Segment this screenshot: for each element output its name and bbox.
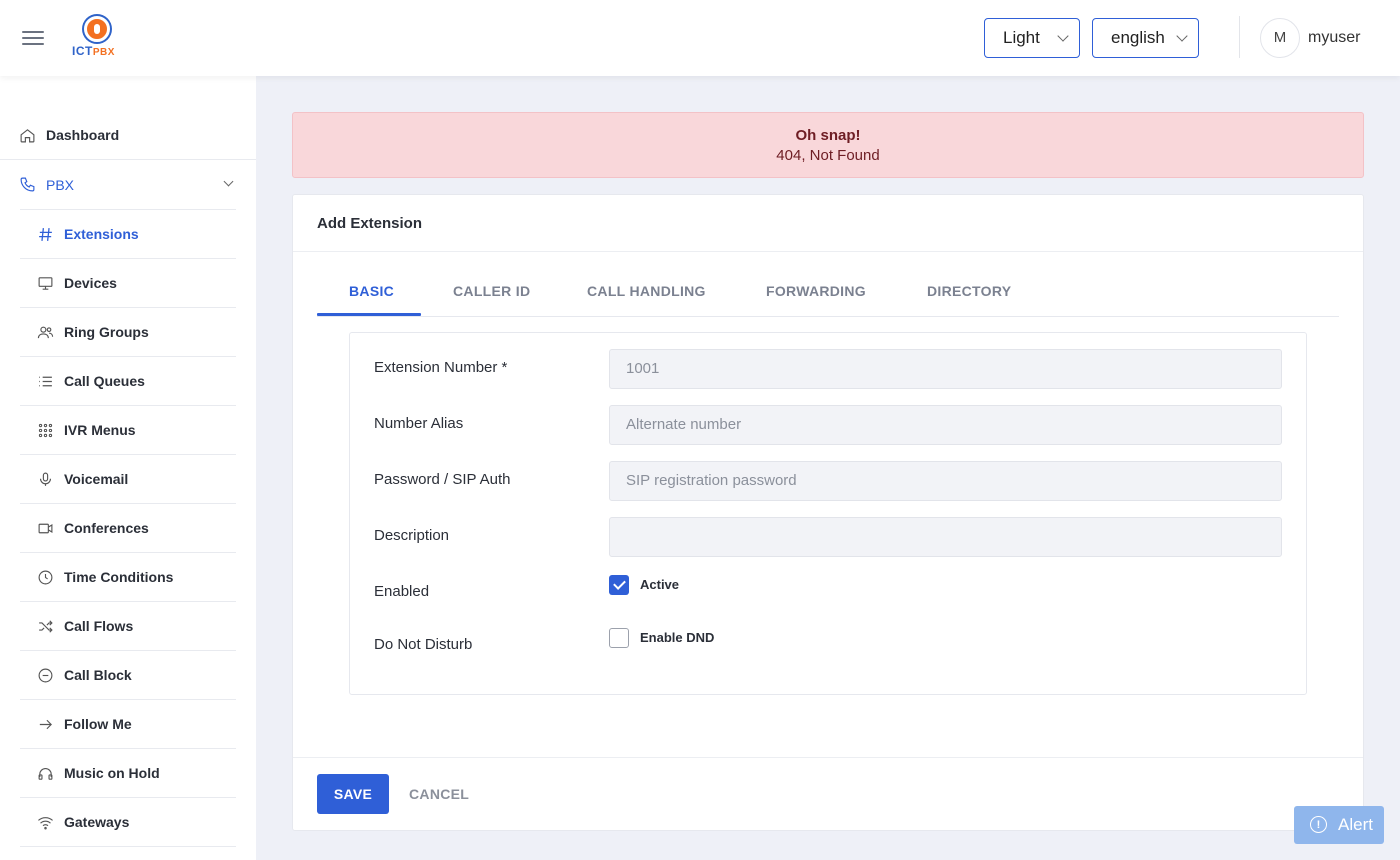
phone-icon xyxy=(18,176,36,194)
sidebar-item-label: Extensions xyxy=(64,226,139,242)
sidebar-item-call-flows[interactable]: Call Flows xyxy=(20,602,236,651)
list-icon xyxy=(36,372,54,390)
chevron-down-icon xyxy=(223,176,234,187)
save-button[interactable]: SAVE xyxy=(317,774,389,814)
tab-bar: BASIC CALLER ID CALL HANDLING FORWARDING… xyxy=(317,277,1339,317)
card-title: Add Extension xyxy=(317,215,423,232)
logo-emblem-icon xyxy=(84,16,110,42)
language-select[interactable]: english xyxy=(1092,18,1199,58)
card-footer-divider xyxy=(293,757,1363,758)
monitor-icon xyxy=(36,274,54,292)
sidebar-item-gateways[interactable]: Gateways xyxy=(20,798,236,847)
headphones-icon xyxy=(36,764,54,782)
extension-number-input[interactable]: 1001 xyxy=(609,349,1282,389)
app-logo[interactable]: ICTPBX xyxy=(70,16,126,60)
theme-select-value: Light xyxy=(1003,28,1040,47)
tab-basic[interactable]: BASIC xyxy=(349,283,394,299)
sidebar-item-label: Call Queues xyxy=(64,373,145,389)
sidebar-item-dashboard[interactable]: Dashboard xyxy=(0,111,256,160)
add-extension-card: Add Extension BASIC CALLER ID CALL HANDL… xyxy=(292,194,1364,831)
alert-message: 404, Not Found xyxy=(776,147,880,164)
sidebar-item-label: Dashboard xyxy=(46,127,120,143)
tab-directory[interactable]: DIRECTORY xyxy=(927,283,1011,299)
sidebar-item-label: Call Block xyxy=(64,667,132,683)
clock-icon xyxy=(36,568,54,586)
sidebar-item-devices[interactable]: Devices xyxy=(20,259,236,308)
tab-call-handling[interactable]: CALL HANDLING xyxy=(587,283,706,299)
grid-icon xyxy=(36,421,54,439)
alert-button-label: Alert xyxy=(1338,815,1373,834)
sidebar-item-label: Ring Groups xyxy=(64,324,149,340)
sidebar-item-call-queues[interactable]: Call Queues xyxy=(20,357,236,406)
sidebar-item-follow-me[interactable]: Follow Me xyxy=(20,700,236,749)
video-icon xyxy=(36,519,54,537)
sidebar-item-label: Gateways xyxy=(64,814,130,830)
sidebar: Dashboard PBX Extensions Devices Ring Gr… xyxy=(0,76,256,860)
chevron-down-icon xyxy=(1057,30,1069,42)
sidebar-item-label: PBX xyxy=(46,176,75,193)
menu-icon[interactable] xyxy=(22,27,46,49)
alert-title: Oh snap! xyxy=(795,127,861,144)
theme-select[interactable]: Light xyxy=(984,18,1080,58)
basic-form: Extension Number * 1001 Number Alias Alt… xyxy=(349,332,1307,695)
arrow-right-icon xyxy=(36,715,54,733)
description-input[interactable] xyxy=(609,517,1282,557)
language-select-value: english xyxy=(1111,28,1165,47)
enabled-checkbox-label[interactable]: Active xyxy=(640,577,679,592)
sidebar-item-label: Conferences xyxy=(64,520,149,536)
sidebar-item-pbx[interactable]: PBX xyxy=(0,160,256,209)
users-icon xyxy=(36,323,54,341)
sidebar-item-label: Devices xyxy=(64,275,117,291)
minus-circle-icon xyxy=(36,666,54,684)
error-alert-banner: Oh snap! 404, Not Found xyxy=(292,112,1364,178)
tab-caller-id[interactable]: CALLER ID xyxy=(453,283,530,299)
tab-forwarding[interactable]: FORWARDING xyxy=(766,283,866,299)
sidebar-item-label: Time Conditions xyxy=(64,569,174,585)
dnd-checkbox-label[interactable]: Enable DND xyxy=(640,630,714,645)
enabled-label: Enabled xyxy=(374,583,430,600)
hash-icon xyxy=(36,225,54,243)
extension-number-label: Extension Number * xyxy=(374,359,508,376)
sidebar-item-label: Call Flows xyxy=(64,618,134,634)
sidebar-item-music-on-hold[interactable]: Music on Hold xyxy=(20,749,236,798)
sidebar-item-label: Voicemail xyxy=(64,471,129,487)
home-icon xyxy=(18,126,36,144)
dnd-checkbox[interactable] xyxy=(609,628,629,648)
alert-button[interactable]: Alert xyxy=(1294,806,1384,844)
sidebar-item-call-block[interactable]: Call Block xyxy=(20,651,236,700)
shuffle-icon xyxy=(36,617,54,635)
password-input[interactable]: SIP registration password xyxy=(609,461,1282,501)
sidebar-item-label: IVR Menus xyxy=(64,422,136,438)
cancel-button[interactable]: CANCEL xyxy=(409,786,469,802)
password-label: Password / SIP Auth xyxy=(374,471,511,488)
sidebar-item-label: Follow Me xyxy=(64,716,132,732)
sidebar-item-ivr-menus[interactable]: IVR Menus xyxy=(20,406,236,455)
description-label: Description xyxy=(374,527,450,544)
number-alias-input[interactable]: Alternate number xyxy=(609,405,1282,445)
header-divider xyxy=(1239,16,1240,58)
number-alias-label: Number Alias xyxy=(374,415,464,432)
avatar[interactable]: M xyxy=(1260,18,1300,58)
dnd-label: Do Not Disturb xyxy=(374,636,473,653)
sidebar-item-ring-groups[interactable]: Ring Groups xyxy=(20,308,236,357)
top-header: ICTPBX Light english M myuser xyxy=(0,0,1400,76)
alert-circle-icon xyxy=(1310,806,1327,844)
enabled-checkbox[interactable] xyxy=(609,575,629,595)
sidebar-item-time-conditions[interactable]: Time Conditions xyxy=(20,553,236,602)
mic-icon xyxy=(36,470,54,488)
card-divider xyxy=(293,251,1363,252)
username[interactable]: myuser xyxy=(1308,29,1360,47)
logo-wordmark: ICTPBX xyxy=(72,44,115,58)
active-tab-indicator xyxy=(317,313,421,316)
wifi-icon xyxy=(36,813,54,831)
sidebar-item-label: Music on Hold xyxy=(64,765,160,781)
sidebar-item-voicemail[interactable]: Voicemail xyxy=(20,455,236,504)
sidebar-item-extensions[interactable]: Extensions xyxy=(20,210,236,259)
chevron-down-icon xyxy=(1176,30,1188,42)
sidebar-item-conferences[interactable]: Conferences xyxy=(20,504,236,553)
